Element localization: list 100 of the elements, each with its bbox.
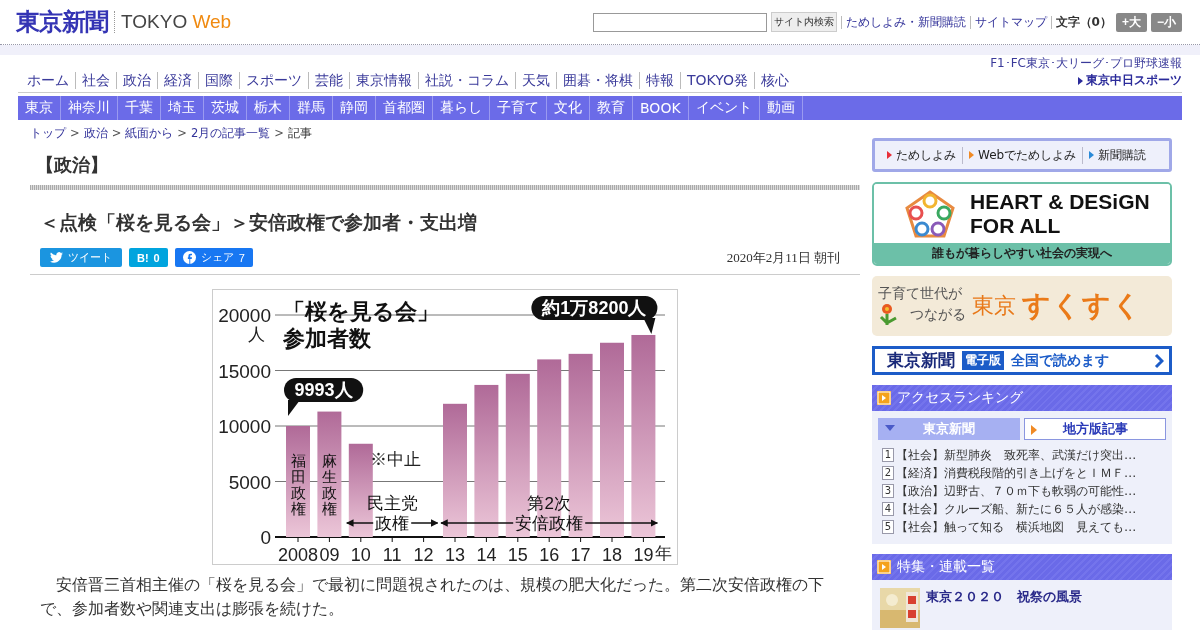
nav-link[interactable]: 東京情報 xyxy=(349,72,418,89)
search-button[interactable]: サイト内検索 xyxy=(770,12,837,32)
heart-design-banner[interactable]: HEART & DESiGN FOR ALL 誰もが暮らしやすい社会の実現へ xyxy=(872,182,1172,266)
triangle-icon xyxy=(885,425,895,431)
nav-link[interactable]: 囲碁・将棋 xyxy=(556,72,639,89)
breadcrumb-item[interactable]: 紙面から xyxy=(125,126,174,141)
share-button[interactable]: シェア 7 xyxy=(174,248,253,267)
ranking-link[interactable]: 【政治】辺野古、７０ｍ下も軟弱の可能性… xyxy=(896,482,1137,500)
bar-label: 福田政権 xyxy=(290,452,306,517)
period-label: 民主党政権 xyxy=(346,494,439,533)
tick-label: 15 xyxy=(507,545,528,564)
banner-tagline: 誰もが暮らしやすい社会の実現へ xyxy=(874,243,1170,264)
nav-link[interactable]: 天気 xyxy=(515,72,556,89)
banner-text: 東京 xyxy=(972,292,1016,320)
tick-label: 11 xyxy=(382,545,402,564)
region-tab[interactable]: BOOK xyxy=(633,96,689,120)
nav-link[interactable]: 核心 xyxy=(754,72,796,89)
banner-title: FOR ALL xyxy=(970,214,1062,238)
header-link[interactable]: サイトマップ xyxy=(974,13,1047,31)
font-size-label: 文字（0） xyxy=(1055,13,1112,31)
nav-link[interactable]: 国際 xyxy=(198,72,239,89)
breadcrumb-item[interactable]: 2月の記事一覧 xyxy=(190,126,271,141)
breadcrumb-separator: > xyxy=(111,126,122,141)
breadcrumb-separator: > xyxy=(177,126,187,141)
trial-link[interactable]: 新聞購読 xyxy=(1082,146,1153,164)
region-tab[interactable]: 埼玉 xyxy=(161,96,204,120)
nav-link[interactable]: 特報 xyxy=(639,72,680,89)
chart-title: 「桜を見る会」参加者数 xyxy=(283,298,440,352)
circle-icon xyxy=(182,251,196,264)
rank-number: 2 xyxy=(882,466,894,480)
region-tab[interactable]: 東京 xyxy=(18,96,61,120)
triangle-icon xyxy=(1031,425,1037,435)
ranking-link[interactable]: 【社会】触って知る 横浜地図 見えても… xyxy=(896,518,1137,536)
annotation: 9993人 xyxy=(294,380,354,400)
header-link[interactable]: ためしよみ・新聞購読 xyxy=(845,13,966,31)
nav-link[interactable]: 社会 xyxy=(75,72,116,89)
trial-link[interactable]: Webでためしよみ xyxy=(962,146,1083,164)
site-name[interactable]: TOKYO Web xyxy=(114,11,232,33)
digital-edition-banner[interactable]: 東京新聞 電子版 全国で読めます xyxy=(872,346,1172,375)
tick-label: 15000 xyxy=(218,360,271,382)
breadcrumb-separator: > xyxy=(70,126,80,141)
section-title: 【政治】 xyxy=(35,153,109,177)
tick-label: 16 xyxy=(539,545,560,564)
region-tab[interactable]: 首都圏 xyxy=(376,96,433,120)
tick-label: 10000 xyxy=(218,416,271,437)
region-tab[interactable]: 静岡 xyxy=(333,96,376,120)
search-field[interactable] xyxy=(592,12,767,32)
banner-text: つながる xyxy=(910,306,966,324)
nav-link[interactable]: ホーム xyxy=(18,72,75,89)
region-tab[interactable]: 千葉 xyxy=(118,96,161,120)
region-tab[interactable]: 茨城 xyxy=(204,96,247,120)
tick-label: 09 xyxy=(319,545,340,564)
tick-label: 0 xyxy=(260,527,271,548)
ranking-link[interactable]: 【社会】新型肺炎 致死率、武漢だけ突出… xyxy=(896,446,1137,464)
axis-unit: 人 xyxy=(248,325,265,344)
banner-logo-text: 東京新聞 xyxy=(887,349,955,372)
font-size-button[interactable]: +大 xyxy=(1115,12,1147,32)
region-tab[interactable]: 栃木 xyxy=(247,96,290,120)
font-size-button[interactable]: −小 xyxy=(1151,12,1182,32)
region-tab[interactable]: 動画 xyxy=(759,96,803,120)
region-tab[interactable]: 群馬 xyxy=(290,96,333,120)
region-tab[interactable]: 文化 xyxy=(547,96,590,120)
banner-title: HEART & DESiGN xyxy=(970,190,1150,214)
rank-number: 3 xyxy=(882,484,894,498)
breadcrumb-item[interactable]: トップ xyxy=(30,126,66,141)
annotation: 約1万8200人 xyxy=(541,298,648,318)
ranking-link[interactable]: 【社会】クルーズ船、新たに６５人が感染… xyxy=(896,500,1137,518)
axis-label: 年 xyxy=(655,544,672,563)
box-title: 特集・連載一覧 xyxy=(897,558,995,576)
annotation: 第2次安倍政権 xyxy=(515,494,584,533)
nav-link[interactable]: 経済 xyxy=(157,72,198,89)
bar-label: 麻生政権 xyxy=(321,452,337,517)
trial-link[interactable]: ためしよみ xyxy=(881,146,962,164)
nav-link[interactable]: 政治 xyxy=(116,72,157,89)
region-tab[interactable]: 教育 xyxy=(590,96,633,120)
nav-link[interactable]: スポーツ xyxy=(239,72,308,89)
region-tab[interactable]: 子育て xyxy=(490,96,547,120)
site-logo[interactable]: 東京新聞 xyxy=(16,6,108,38)
ranking-link[interactable]: 【経済】消費税段階的引き上げをとＩＭＦ… xyxy=(896,464,1137,482)
region-tab[interactable]: 暮らし xyxy=(433,96,490,120)
chevron-right-icon xyxy=(1154,352,1164,369)
ranking-tab[interactable]: 地方版記事 xyxy=(1024,418,1166,440)
tick-label: 20000 xyxy=(218,305,271,326)
tick-label: 5000 xyxy=(228,471,271,493)
sports-logo[interactable]: 東京中日スポーツ xyxy=(1086,72,1182,89)
tick-label: 10 xyxy=(350,545,371,564)
sports-caption[interactable]: F1･FC東京･大リーグ･プロ野球速報 xyxy=(990,55,1182,72)
nav-link[interactable]: 芸能 xyxy=(308,72,349,89)
region-tab[interactable]: イベント xyxy=(688,96,760,120)
tick-label: 14 xyxy=(476,545,497,564)
region-tab[interactable]: 神奈川 xyxy=(61,96,118,120)
rank-number: 1 xyxy=(882,448,894,462)
tick-label: 19 xyxy=(633,545,654,564)
nav-link[interactable]: 社説・コラム xyxy=(418,72,515,89)
breadcrumb-item[interactable]: 政治 xyxy=(83,126,108,141)
arrow-square-icon xyxy=(877,391,891,405)
tick-label: 17 xyxy=(570,545,591,564)
nav-link[interactable]: TOKYO発 xyxy=(680,72,755,89)
triangle-icon xyxy=(1078,76,1083,85)
tick-label: 2008 xyxy=(278,545,318,564)
